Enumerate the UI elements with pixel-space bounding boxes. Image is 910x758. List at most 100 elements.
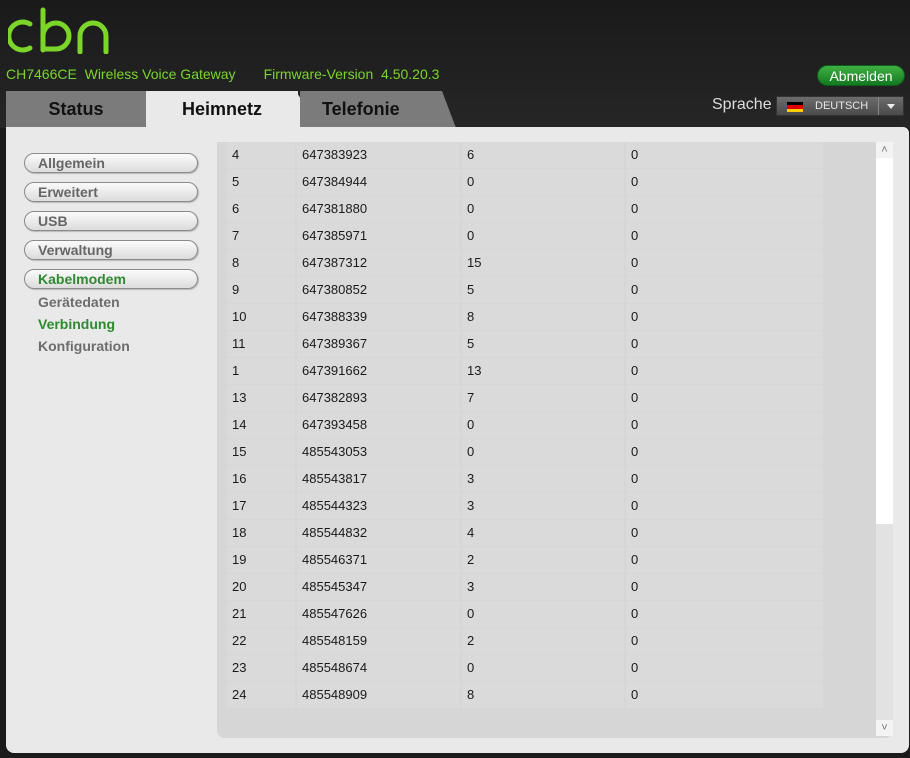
channel-id-cell: 14 — [227, 412, 295, 438]
channel-id-cell: 18 — [227, 520, 295, 546]
table-row: 1 647391662 13 0 — [227, 358, 823, 384]
errors-cell: 0 — [626, 169, 823, 195]
table-row: 19 485546371 2 0 — [227, 547, 823, 573]
device-info: CH7466CE Wireless Voice Gateway Firmware-… — [6, 66, 439, 82]
sidebar-item-usb[interactable]: USB — [24, 211, 198, 231]
firmware-version: 4.50.20.3 — [381, 66, 440, 82]
sidebar-item-allgemein[interactable]: Allgemein — [24, 153, 198, 173]
errors-cell: 0 — [626, 412, 823, 438]
table-row: 23 485548674 0 0 — [227, 655, 823, 681]
value-cell: 0 — [462, 655, 624, 681]
frequency-cell: 485543053 — [297, 439, 460, 465]
errors-cell: 0 — [626, 142, 823, 168]
frequency-cell: 485548909 — [297, 682, 460, 708]
channel-table-panel: 4 647383923 6 0 5 647384944 0 0 6 647381880 0 0 7 647… — [217, 142, 893, 738]
frequency-cell: 647387312 — [297, 250, 460, 276]
value-cell: 15 — [462, 250, 624, 276]
channel-id-cell: 16 — [227, 466, 295, 492]
scroll-track[interactable] — [876, 524, 893, 720]
scroll-down-icon[interactable]: ˅ — [876, 720, 893, 736]
cbn-logo — [8, 7, 109, 54]
errors-cell: 0 — [626, 655, 823, 681]
value-cell: 8 — [462, 304, 624, 330]
frequency-cell: 647383923 — [297, 142, 460, 168]
channel-id-cell: 5 — [227, 169, 295, 195]
firmware-label: Firmware-Version — [263, 66, 374, 82]
channel-id-cell: 24 — [227, 682, 295, 708]
tab-status[interactable]: Status — [6, 91, 146, 128]
frequency-cell: 647385971 — [297, 223, 460, 249]
channel-id-cell: 17 — [227, 493, 295, 519]
value-cell: 0 — [462, 196, 624, 222]
language-select[interactable]: DEUTSCH — [776, 96, 904, 116]
logout-button[interactable]: Abmelden — [817, 65, 905, 86]
table-row: 21 485547626 0 0 — [227, 601, 823, 627]
frequency-cell: 647391662 — [297, 358, 460, 384]
table-row: 5 647384944 0 0 — [227, 169, 823, 195]
errors-cell: 0 — [626, 331, 823, 357]
channel-id-cell: 1 — [227, 358, 295, 384]
errors-cell: 0 — [626, 196, 823, 222]
value-cell: 0 — [462, 601, 624, 627]
value-cell: 5 — [462, 277, 624, 303]
errors-cell: 0 — [626, 358, 823, 384]
scroll-thumb[interactable] — [876, 158, 893, 524]
value-cell: 0 — [462, 439, 624, 465]
errors-cell: 0 — [626, 628, 823, 654]
channel-id-cell: 8 — [227, 250, 295, 276]
value-cell: 6 — [462, 142, 624, 168]
value-cell: 0 — [462, 412, 624, 438]
frequency-cell: 647380852 — [297, 277, 460, 303]
sidebar-subitem-geraetedaten[interactable]: Gerätedaten — [38, 294, 120, 310]
tab-telefonie[interactable]: Telefonie — [300, 91, 442, 128]
channel-id-cell: 19 — [227, 547, 295, 573]
sidebar-item-verwaltung[interactable]: Verwaltung — [24, 240, 198, 260]
value-cell: 8 — [462, 682, 624, 708]
sidebar-item-erweitert[interactable]: Erweitert — [24, 182, 198, 202]
language-value: DEUTSCH — [815, 100, 869, 112]
channel-id-cell: 21 — [227, 601, 295, 627]
sidebar-subitem-verbindung[interactable]: Verbindung — [38, 316, 115, 332]
table-row: 15 485543053 0 0 — [227, 439, 823, 465]
table-row: 8 647387312 15 0 — [227, 250, 823, 276]
german-flag-icon — [787, 102, 803, 112]
frequency-cell: 485545347 — [297, 574, 460, 600]
scroll-up-icon[interactable]: ˄ — [876, 142, 893, 158]
errors-cell: 0 — [626, 547, 823, 573]
value-cell: 2 — [462, 547, 624, 573]
channel-id-cell: 22 — [227, 628, 295, 654]
value-cell: 7 — [462, 385, 624, 411]
table-row: 18 485544832 4 0 — [227, 520, 823, 546]
table-row: 10 647388339 8 0 — [227, 304, 823, 330]
channel-id-cell: 15 — [227, 439, 295, 465]
errors-cell: 0 — [626, 439, 823, 465]
frequency-cell: 485548674 — [297, 655, 460, 681]
value-cell: 0 — [462, 169, 624, 195]
sidebar-subitem-konfiguration[interactable]: Konfiguration — [38, 338, 130, 354]
table-row: 4 647383923 6 0 — [227, 142, 823, 168]
language-dropdown-toggle[interactable] — [878, 97, 903, 115]
tab-telefonie-edge — [442, 91, 456, 128]
value-cell: 2 — [462, 628, 624, 654]
frequency-cell: 647382893 — [297, 385, 460, 411]
sidebar-item-kabelmodem[interactable]: Kabelmodem — [24, 269, 198, 289]
frequency-cell: 485544832 — [297, 520, 460, 546]
errors-cell: 0 — [626, 493, 823, 519]
errors-cell: 0 — [626, 223, 823, 249]
frequency-cell: 485546371 — [297, 547, 460, 573]
language-label: Sprache — [712, 96, 772, 113]
channel-id-cell: 23 — [227, 655, 295, 681]
table-row: 11 647389367 5 0 — [227, 331, 823, 357]
table-row: 17 485544323 3 0 — [227, 493, 823, 519]
channel-id-cell: 11 — [227, 331, 295, 357]
device-name: Wireless Voice Gateway — [84, 66, 236, 82]
channel-id-cell: 7 — [227, 223, 295, 249]
scrollbar[interactable]: ˄ ˅ — [876, 142, 893, 736]
errors-cell: 0 — [626, 277, 823, 303]
value-cell: 3 — [462, 493, 624, 519]
tab-heimnetz[interactable]: Heimnetz — [146, 91, 298, 128]
chevron-down-icon — [887, 104, 895, 109]
errors-cell: 0 — [626, 601, 823, 627]
value-cell: 3 — [462, 574, 624, 600]
frequency-cell: 647388339 — [297, 304, 460, 330]
